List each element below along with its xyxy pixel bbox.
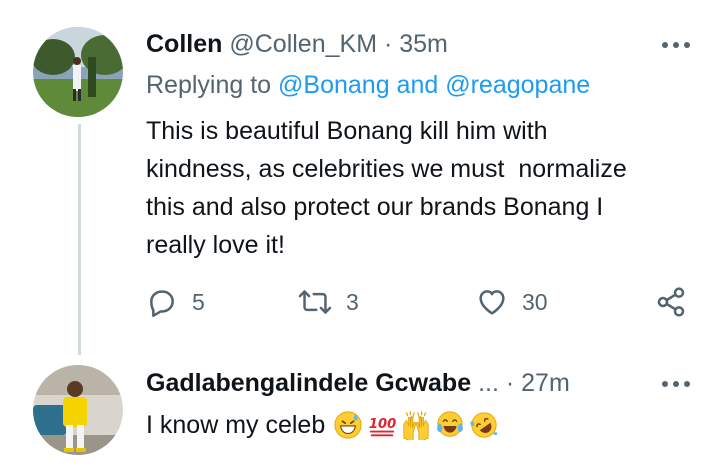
author-handle[interactable]: @Collen_KM — [229, 30, 377, 58]
separator-dot: · — [505, 369, 515, 397]
tweet-timestamp[interactable]: 35m — [399, 30, 448, 58]
tweet-text-line: this and also protect our brands Bonang … — [146, 193, 604, 221]
reply-button[interactable]: 5 — [146, 286, 205, 318]
avatar[interactable] — [33, 365, 123, 455]
share-icon — [654, 286, 688, 318]
tweet-text: This is beautiful Bonang kill him with k… — [146, 112, 706, 264]
reply-text-content: I know my celeb — [146, 411, 326, 439]
retweet-button[interactable]: 3 — [298, 286, 359, 318]
more-options-icon[interactable] — [662, 42, 690, 48]
rolling-laughing-emoji — [470, 412, 498, 438]
mention-link[interactable]: @Bonang — [278, 71, 390, 99]
separator-dot: · — [383, 30, 393, 58]
heart-icon — [476, 286, 508, 318]
tweet-header: Collen @Collen_KM · 35m — [146, 29, 448, 59]
reply-timestamp[interactable]: 27m — [521, 369, 570, 397]
mention-link[interactable]: @reagopane — [445, 71, 590, 99]
tweet-text-line: This is beautiful Bonang kill him with — [146, 117, 548, 145]
replying-to-prefix: Replying to — [146, 71, 279, 99]
tweet-actions: 5 3 30 — [146, 286, 691, 320]
grinning-sweat-emoji — [334, 411, 362, 439]
reply-text: I know my celeb 100 — [146, 408, 499, 442]
hundred-points-emoji: 100 — [369, 417, 397, 437]
raising-hands-emoji — [403, 411, 429, 440]
share-button[interactable] — [654, 286, 688, 318]
tweet-text-line: kindness, as celebrities we must normali… — [146, 155, 627, 183]
replying-to: Replying to @Bonang and @reagopane — [146, 70, 590, 100]
replying-and[interactable]: and — [390, 71, 446, 99]
emoji-row: 100 — [333, 410, 499, 440]
avatar[interactable] — [33, 27, 123, 117]
tweet-text-line: really love it! — [146, 231, 285, 259]
like-button[interactable]: 30 — [476, 286, 548, 318]
author-name[interactable]: Collen — [146, 30, 222, 58]
tears-of-joy-emoji — [437, 411, 464, 437]
svg-text:100: 100 — [369, 417, 396, 432]
author-name[interactable]: Gadlabengalindele Gcwabe — [146, 369, 471, 397]
like-count: 30 — [522, 288, 548, 315]
reply-icon — [146, 286, 178, 318]
more-options-icon[interactable] — [662, 381, 690, 387]
retweet-icon — [298, 286, 332, 318]
reply-header: Gadlabengalindele Gcwabe ... · 27m — [146, 368, 570, 398]
name-ellipsis: ... — [478, 369, 499, 397]
thread-connector-line — [78, 124, 81, 355]
retweet-count: 3 — [346, 288, 359, 315]
reply-count: 5 — [192, 288, 205, 315]
